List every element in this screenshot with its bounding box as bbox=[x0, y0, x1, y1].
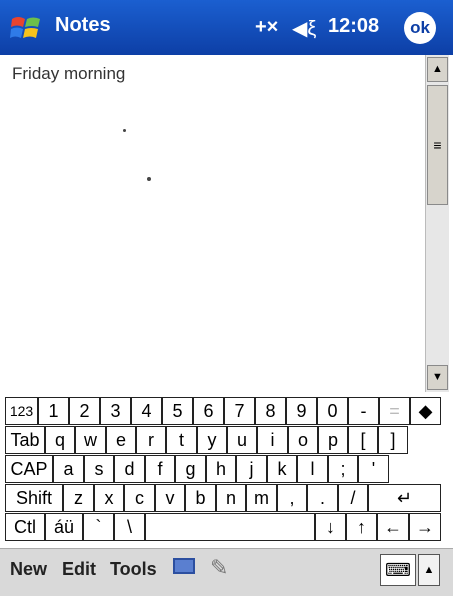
key-p[interactable]: p bbox=[318, 426, 348, 454]
key-c[interactable]: c bbox=[124, 484, 155, 512]
key-a[interactable]: a bbox=[53, 455, 84, 483]
key-b[interactable]: b bbox=[185, 484, 216, 512]
key-u[interactable]: u bbox=[227, 426, 257, 454]
key-0[interactable]: 0 bbox=[317, 397, 348, 425]
ok-button[interactable]: ok bbox=[404, 12, 436, 44]
key-g[interactable]: g bbox=[175, 455, 206, 483]
clock[interactable]: 12:08 bbox=[328, 15, 379, 38]
key-7[interactable]: 7 bbox=[224, 397, 255, 425]
key-ctl[interactable]: Ctl bbox=[5, 513, 45, 541]
key-3[interactable]: 3 bbox=[100, 397, 131, 425]
key-h[interactable]: h bbox=[206, 455, 236, 483]
key-6[interactable]: 6 bbox=[193, 397, 224, 425]
key-down-arrow[interactable]: ↓ bbox=[315, 513, 346, 541]
key-d[interactable]: d bbox=[114, 455, 145, 483]
scroll-thumb[interactable]: ≡ bbox=[427, 85, 448, 205]
key-5[interactable]: 5 bbox=[162, 397, 193, 425]
title-bar: Notes +× ◀ξ 12:08 ok bbox=[0, 0, 453, 55]
volume-icon[interactable]: ◀ξ bbox=[292, 16, 316, 41]
menu-new[interactable]: New bbox=[10, 559, 47, 580]
key-backtick[interactable]: ` bbox=[83, 513, 114, 541]
key-period[interactable]: . bbox=[307, 484, 338, 512]
key-left-arrow[interactable]: ← bbox=[377, 513, 409, 541]
ink-stroke bbox=[147, 177, 151, 181]
key-tab[interactable]: Tab bbox=[5, 426, 45, 454]
key-accents[interactable]: áü bbox=[45, 513, 83, 541]
key-equals[interactable]: = bbox=[379, 397, 410, 425]
key-r[interactable]: r bbox=[136, 426, 166, 454]
key-semicolon[interactable]: ; bbox=[328, 455, 358, 483]
key-n[interactable]: n bbox=[216, 484, 246, 512]
key-x[interactable]: x bbox=[94, 484, 124, 512]
key-q[interactable]: q bbox=[45, 426, 75, 454]
key-m[interactable]: m bbox=[246, 484, 277, 512]
menu-bar: New Edit Tools ✎ ⌨ ▲ bbox=[0, 548, 453, 596]
backspace-key[interactable]: ◆ bbox=[410, 397, 441, 425]
key-z[interactable]: z bbox=[63, 484, 94, 512]
vertical-scrollbar[interactable]: ▲ ≡ ▼ bbox=[425, 55, 449, 392]
ink-stroke bbox=[123, 129, 126, 132]
enter-key[interactable]: ↵ bbox=[368, 484, 441, 512]
input-method-arrow[interactable]: ▲ bbox=[418, 554, 440, 586]
key-comma[interactable]: , bbox=[277, 484, 307, 512]
note-text[interactable]: Friday morning bbox=[12, 64, 125, 84]
key-right-bracket[interactable]: ] bbox=[378, 426, 408, 454]
key-l[interactable]: l bbox=[297, 455, 328, 483]
note-editor[interactable]: Friday morning bbox=[0, 55, 425, 392]
key-4[interactable]: 4 bbox=[131, 397, 162, 425]
space-key[interactable] bbox=[145, 513, 315, 541]
key-minus[interactable]: - bbox=[348, 397, 379, 425]
key-e[interactable]: e bbox=[106, 426, 136, 454]
key-o[interactable]: o bbox=[288, 426, 318, 454]
menu-edit[interactable]: Edit bbox=[62, 559, 96, 580]
key-s[interactable]: s bbox=[84, 455, 114, 483]
scroll-down-button[interactable]: ▼ bbox=[427, 365, 448, 390]
key-j[interactable]: j bbox=[236, 455, 267, 483]
app-title: Notes bbox=[55, 14, 111, 36]
key-t[interactable]: t bbox=[166, 426, 197, 454]
key-2[interactable]: 2 bbox=[69, 397, 100, 425]
soft-keyboard: 123 1 2 3 4 5 6 7 8 9 0 - = ◆ Tab q w e … bbox=[5, 395, 441, 545]
scroll-up-button[interactable]: ▲ bbox=[427, 57, 448, 82]
input-panel-button[interactable]: ⌨ bbox=[380, 554, 416, 586]
key-left-bracket[interactable]: [ bbox=[348, 426, 378, 454]
key-k[interactable]: k bbox=[267, 455, 297, 483]
connectivity-icon[interactable]: +× bbox=[255, 16, 278, 39]
key-y[interactable]: y bbox=[197, 426, 227, 454]
key-123[interactable]: 123 bbox=[5, 397, 38, 425]
key-slash[interactable]: / bbox=[338, 484, 368, 512]
key-f[interactable]: f bbox=[145, 455, 175, 483]
key-shift[interactable]: Shift bbox=[5, 484, 63, 512]
key-right-arrow[interactable]: → bbox=[409, 513, 441, 541]
key-1[interactable]: 1 bbox=[38, 397, 69, 425]
key-caps[interactable]: CAP bbox=[5, 455, 53, 483]
pen-icon[interactable]: ✎ bbox=[210, 555, 228, 581]
key-backslash[interactable]: \ bbox=[114, 513, 145, 541]
key-v[interactable]: v bbox=[155, 484, 185, 512]
menu-tools[interactable]: Tools bbox=[110, 559, 157, 580]
windows-start-flag-icon[interactable] bbox=[10, 13, 42, 43]
key-w[interactable]: w bbox=[75, 426, 106, 454]
key-i[interactable]: i bbox=[257, 426, 288, 454]
key-up-arrow[interactable]: ↑ bbox=[346, 513, 377, 541]
key-9[interactable]: 9 bbox=[286, 397, 317, 425]
key-quote[interactable]: ' bbox=[358, 455, 389, 483]
key-8[interactable]: 8 bbox=[255, 397, 286, 425]
recording-toolbar-icon[interactable] bbox=[173, 558, 195, 574]
